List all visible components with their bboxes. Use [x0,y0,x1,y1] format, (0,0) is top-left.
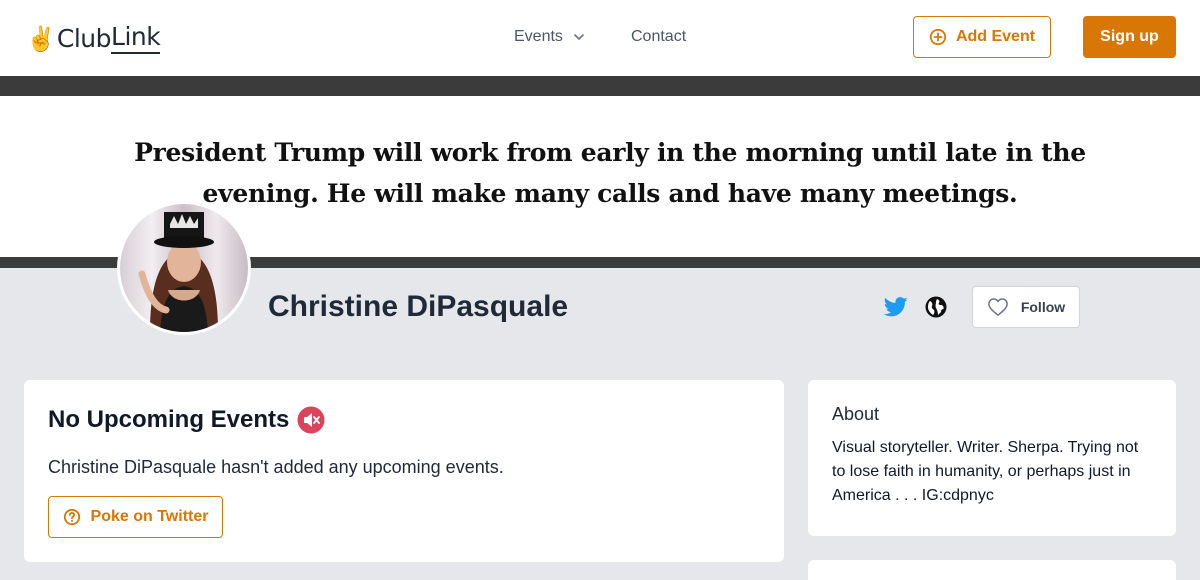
banner-top-bar [0,76,1200,96]
muted-speaker-icon [297,406,325,434]
nav-events-dropdown[interactable]: Events [514,27,585,47]
banner-line-1: President Trump will work from early in … [134,138,1086,167]
twitter-icon[interactable] [884,296,908,318]
globe-icon[interactable] [925,296,947,318]
add-event-label: Add Event [955,28,1036,45]
events-card-title: No Upcoming Events [48,406,325,434]
about-title: About [832,404,880,424]
poke-label: Poke on Twitter [90,508,209,525]
avatar-photo [120,204,248,332]
plus-circle-icon [929,28,947,46]
banner-quote: President Trump will work from early in … [80,132,1140,214]
clublink-logo[interactable]: ✌ Club Link [26,22,161,54]
nav-contact-link[interactable]: Contact [631,27,686,47]
profile-name: Christine DiPasquale [268,290,569,323]
follow-label: Follow [1020,299,1066,315]
question-circle-icon [63,508,80,526]
events-title-text: No Upcoming Events [48,406,290,433]
nav-events-label: Events [514,28,563,45]
about-card: About Visual storyteller. Writer. Sherpa… [808,380,1176,536]
poke-on-twitter-button[interactable]: Poke on Twitter [48,496,223,538]
no-events-message: Christine DiPasquale hasn't added any up… [48,457,504,477]
banner-line-2: evening. He will make many calls and hav… [202,179,1018,208]
follow-button[interactable]: Follow [972,286,1080,328]
add-event-button[interactable]: Add Event [913,16,1051,58]
about-text: Visual storyteller. Writer. Sherpa. Tryi… [832,439,1139,504]
heart-icon [988,298,1008,316]
logo-text-club: Club [56,24,112,53]
victory-hand-icon: ✌ [26,26,56,53]
top-navbar: ✌ Club Link Events Contact Add Event Sig… [0,0,1200,76]
sign-up-button[interactable]: Sign up [1083,16,1176,58]
chevron-down-icon [574,34,584,40]
logo-text-link: Link [111,22,161,54]
secondary-sidebar-card [808,560,1176,580]
profile-avatar [117,201,251,335]
upcoming-events-card: No Upcoming Events Christine DiPasquale … [24,380,784,562]
